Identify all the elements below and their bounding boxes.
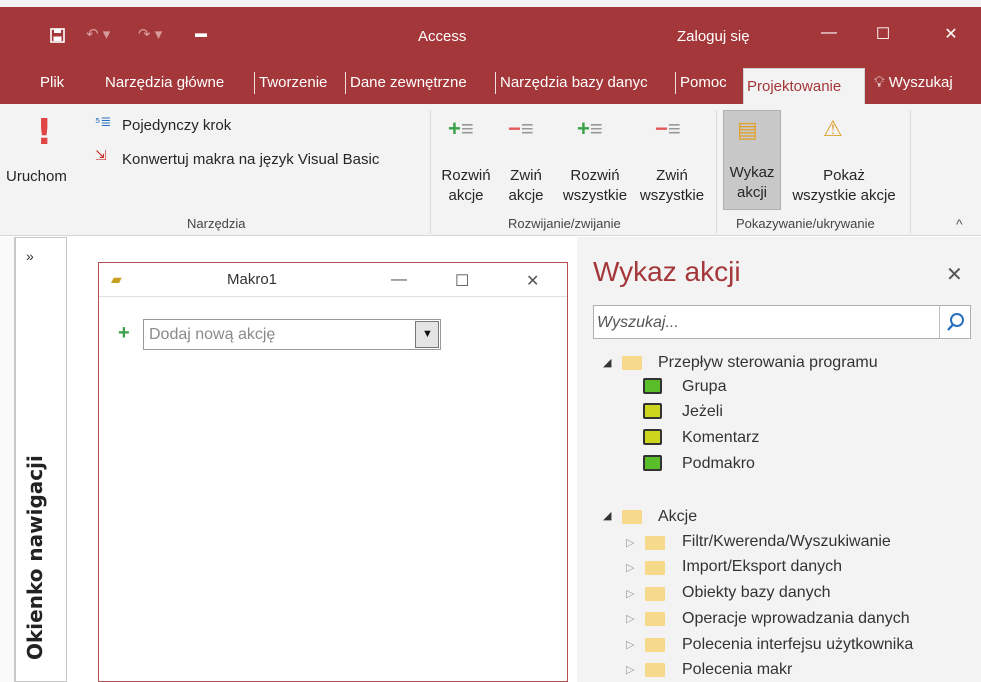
group-macro-icon: [643, 378, 662, 394]
expand-arrow-icon[interactable]: ▷: [626, 612, 634, 625]
app-title: Access: [418, 28, 467, 45]
tell-me-search[interactable]: 💡︎ Wyszukaj: [874, 74, 953, 91]
collapse-all-button[interactable]: −≡ Zwiń wszystkie: [633, 110, 711, 210]
macro-title: Makro1: [227, 271, 278, 288]
submacro-icon: [643, 455, 662, 471]
chevron-down-icon: ▼: [422, 328, 433, 340]
macro-maximize-button[interactable]: ☐: [455, 271, 469, 291]
redo-icon[interactable]: ↷ ▾: [138, 25, 162, 43]
tree-item-podmakro[interactable]: Podmakro: [682, 455, 755, 473]
add-action-plus-icon: +: [118, 322, 130, 344]
convert-icon: ⇲: [95, 147, 107, 163]
catalog-close-button[interactable]: ✕: [946, 262, 963, 287]
sign-in-link[interactable]: Zaloguj się: [677, 28, 750, 45]
tab-help[interactable]: Pomoc: [680, 74, 727, 91]
expand-arrow-icon[interactable]: ▷: [626, 561, 634, 574]
tree-item-filter[interactable]: Filtr/Kwerenda/Wyszukiwanie: [682, 533, 891, 551]
group-label-tools: Narzędzia: [187, 216, 246, 231]
tab-plik[interactable]: Plik: [40, 74, 64, 91]
tree-item-db-objects[interactable]: Obiekty bazy danych: [682, 584, 831, 602]
action-catalog-button[interactable]: ▤ Wykaz akcji: [723, 110, 781, 210]
search-icon: [947, 313, 964, 331]
tree-item-import-export[interactable]: Import/Eksport danych: [682, 558, 842, 576]
exclamation-icon: !: [36, 112, 53, 153]
lightbulb-icon: 💡︎: [874, 74, 885, 91]
add-action-placeholder: Dodaj nową akcję: [149, 326, 276, 343]
macro-icon: ▰: [111, 271, 122, 287]
group-label-expand: Rozwijanie/zwijanie: [508, 216, 621, 231]
dropdown-arrow-button[interactable]: ▼: [415, 321, 439, 348]
tab-home[interactable]: Narzędzia główne: [105, 74, 224, 91]
tree-item-grupa[interactable]: Grupa: [682, 378, 726, 396]
tab-design[interactable]: Projektowanie: [743, 68, 865, 104]
expand-arrow-icon[interactable]: ▷: [626, 587, 634, 600]
tree-item-ui-commands[interactable]: Polecenia interfejsu użytkownika: [682, 636, 913, 654]
folder-icon: [645, 536, 665, 550]
collapse-actions-button[interactable]: −≡ Zwiń akcje: [500, 110, 552, 210]
convert-macros-button[interactable]: ⇲ Konwertuj makra na język Visual Basic: [95, 147, 425, 170]
customize-qat-icon[interactable]: ▬: [195, 26, 207, 40]
folder-icon: [645, 612, 665, 626]
close-button[interactable]: ✕: [936, 24, 966, 44]
folder-icon: [645, 587, 665, 601]
expand-arrow-icon[interactable]: ▷: [626, 663, 634, 676]
folder-icon: [645, 638, 665, 652]
catalog-search-placeholder: Wyszukaj...: [597, 314, 679, 331]
collapse-all-icon: −≡: [655, 116, 681, 141]
title-bar: ↶ ▾ ↷ ▾ ▬ Access Zaloguj się — ☐ ✕: [0, 0, 981, 62]
tree-item-macro-commands[interactable]: Polecenia makr: [682, 661, 792, 679]
tree-item-komentarz[interactable]: Komentarz: [682, 429, 759, 447]
folder-icon: [645, 561, 665, 575]
expand-actions-arrow-icon[interactable]: ◢: [603, 509, 611, 522]
tab-create[interactable]: Tworzenie: [259, 74, 327, 91]
comment-macro-icon: [643, 429, 662, 445]
run-button[interactable]: ! Uruchom: [6, 112, 88, 192]
expand-nav-chevron-icon[interactable]: »: [26, 248, 34, 264]
tab-external-data[interactable]: Dane zewnętrzne: [350, 74, 467, 91]
left-edge: [0, 237, 15, 682]
collapse-actions-icon: −≡: [508, 116, 534, 141]
single-step-button[interactable]: ⁵≣ Pojedynczy krok: [95, 114, 265, 138]
expand-all-button[interactable]: +≡ Rozwiń wszystkie: [557, 110, 633, 210]
expand-actions-button[interactable]: +≡ Rozwiń akcje: [436, 110, 496, 210]
macro-minimize-button[interactable]: —: [391, 271, 407, 289]
maximize-button[interactable]: ☐: [868, 24, 898, 44]
action-catalog-icon: ▤: [737, 117, 758, 142]
expand-all-icon: +≡: [577, 116, 603, 141]
action-catalog-title: Wykaz akcji: [593, 256, 741, 287]
ribbon: ! Uruchom ⁵≣ Pojedynczy krok ⇲ Konwertuj…: [0, 104, 981, 236]
folder-icon: [622, 510, 642, 524]
expand-flow-arrow-icon[interactable]: ◢: [603, 356, 611, 369]
tab-database-tools[interactable]: Narzędzia bazy danyc: [500, 74, 648, 91]
single-step-icon: ⁵≣: [95, 114, 112, 129]
save-icon[interactable]: [50, 28, 65, 47]
folder-icon: [622, 356, 642, 370]
group-label-show: Pokazywanie/ukrywanie: [736, 216, 875, 231]
navigation-pane-label: Okienko nawigacji: [23, 455, 47, 660]
undo-icon[interactable]: ↶ ▾: [86, 25, 110, 43]
tree-group-actions[interactable]: Akcje: [658, 508, 697, 526]
collapse-ribbon-button[interactable]: ^: [956, 216, 963, 232]
show-all-actions-button[interactable]: ⚠ Pokaż wszystkie akcje: [783, 110, 905, 210]
tree-group-flow[interactable]: Przepływ sterowania programu: [658, 354, 878, 372]
folder-icon: [645, 663, 665, 677]
if-macro-icon: [643, 403, 662, 419]
expand-actions-icon: +≡: [448, 116, 474, 141]
expand-arrow-icon[interactable]: ▷: [626, 638, 634, 651]
expand-arrow-icon[interactable]: ▷: [626, 536, 634, 549]
catalog-search-button[interactable]: [939, 306, 970, 338]
tree-item-data-entry[interactable]: Operacje wprowadzania danych: [682, 610, 910, 628]
minimize-button[interactable]: —: [814, 24, 844, 42]
tree-item-jezeli[interactable]: Jeżeli: [682, 403, 723, 421]
show-all-actions-icon: ⚠: [823, 116, 843, 141]
macro-close-button[interactable]: ✕: [526, 271, 539, 291]
